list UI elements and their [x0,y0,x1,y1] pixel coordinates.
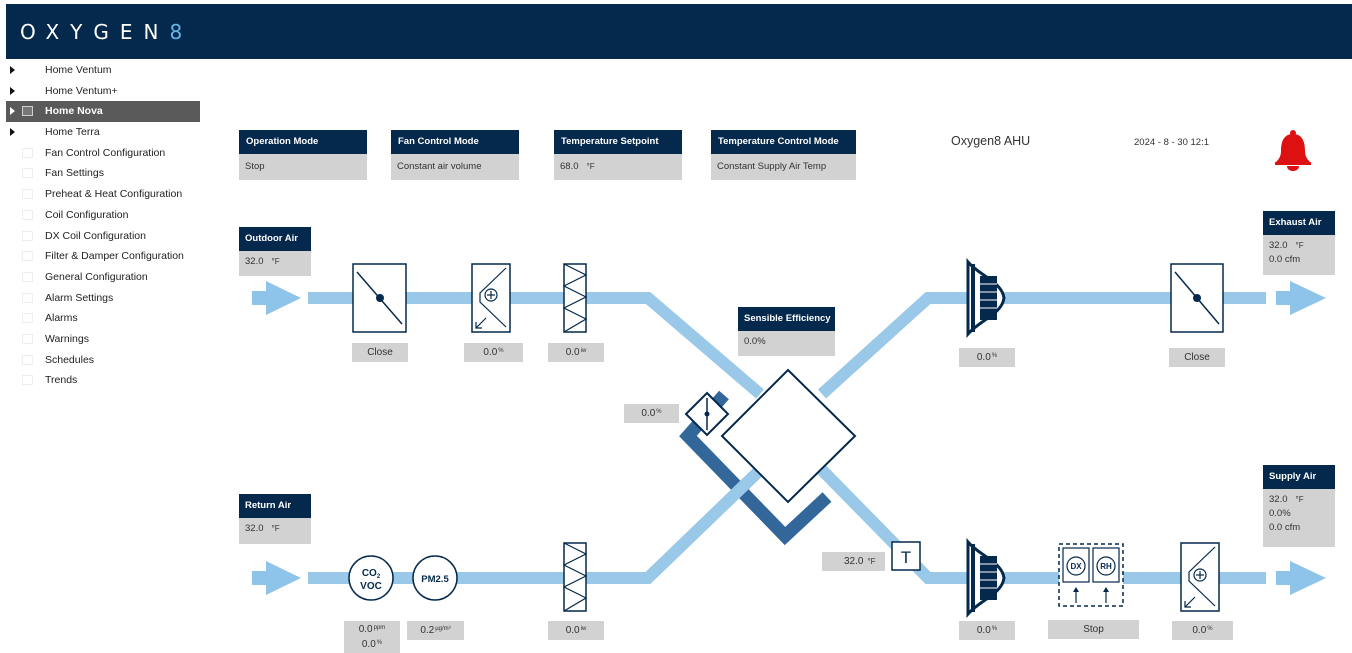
return-filter-icon[interactable] [562,542,588,612]
supply-fan-value: 0.0 [976,625,991,636]
sensible-efficiency-card[interactable]: Sensible Efficiency 0.0% [738,307,835,356]
temperature-setpoint-card[interactable]: Temperature Setpoint 68.0 °F [554,130,682,180]
outdoor-air-title: Outdoor Air [239,227,311,251]
voc-unit: % [376,640,383,646]
supply-temperature-value: 32.0 [844,556,864,567]
supply-air-flow: 0.0 cfm [1269,522,1301,533]
sensible-efficiency-title: Sensible Efficiency [738,307,835,331]
outdoor-filter-value-box[interactable]: 0.0iw [548,343,604,362]
reheat-coil-value-box[interactable]: 0.0% [1172,621,1233,640]
voc-label: VOC [360,581,382,592]
outdoor-damper-icon[interactable] [352,263,407,333]
fan-control-mode-title: Fan Control Mode [391,130,519,154]
reheat-coil-value: 0.0 [1192,625,1207,636]
supply-air-title: Supply Air [1263,465,1335,489]
temperature-control-mode-card[interactable]: Temperature Control Mode Constant Supply… [711,130,856,180]
operation-mode-title: Operation Mode [239,130,367,154]
temperature-setpoint-title: Temperature Setpoint [554,130,682,154]
supply-fan-icon[interactable] [966,537,1006,619]
datetime-display: 2024 - 8 - 30 12:1 [1134,137,1209,148]
preheat-coil-value: 0.0 [483,347,498,358]
preheat-coil-unit: % [498,348,504,354]
return-filter-value-box[interactable]: 0.0iw [548,621,604,640]
dx-label: DX [1070,562,1082,571]
ahu-diagram: DX RH T CO2 VOC PM2.5 [252,257,1326,619]
co2-unit: ppm [373,625,386,631]
supply-air-temp: 32.0 [1269,494,1288,505]
outdoor-damper-status[interactable]: Close [352,343,408,362]
supply-air-card[interactable]: Supply Air 32.0 °F 0.0% 0.0 cfm [1263,465,1335,547]
co2-label: CO [362,568,377,579]
rh-label: RH [1100,562,1112,571]
co2-value: 0.0 [358,624,373,635]
exhaust-fan-icon[interactable] [966,257,1006,339]
co2-voc-value-box[interactable]: 0.0ppm 0.0% [344,621,400,653]
supply-temperature-value-box[interactable]: 32.0 °F [822,552,885,571]
outdoor-air-arrow [252,281,301,315]
return-air-temp-unit: °F [271,524,280,533]
pm25-value-box[interactable]: 0.2µg/m³ [407,621,464,640]
operation-mode-card[interactable]: Operation Mode Stop [239,130,367,180]
return-air-card[interactable]: Return Air 32.0 °F [239,494,311,544]
exhaust-air-flow: 0.0 cfm [1269,254,1301,265]
temperature-setpoint-value: 68.0 [560,161,579,172]
pm25-label: PM2.5 [421,574,449,585]
exhaust-fan-value: 0.0 [976,352,991,363]
outdoor-filter-value: 0.0 [565,347,580,358]
pm25-sensor-icon[interactable]: PM2.5 [412,555,458,601]
temperature-symbol: T [901,548,911,567]
reheat-coil-unit: % [1207,626,1213,632]
dx-rh-status[interactable]: Stop [1048,620,1139,639]
dx-rh-unit-icon[interactable]: DX RH [1058,543,1124,607]
supply-fan-value-box[interactable]: 0.0% [959,621,1015,640]
exhaust-air-card[interactable]: Exhaust Air 32.0 °F 0.0 cfm [1263,211,1335,275]
voc-value: 0.0 [361,639,376,650]
co2-voc-sensor-icon[interactable]: CO2 VOC [348,555,394,601]
bypass-damper-value: 0.0 [641,408,656,419]
pm25-unit: µg/m³ [435,626,451,632]
exhaust-damper-status[interactable]: Close [1169,348,1225,367]
return-filter-unit: iw [580,626,587,632]
exhaust-fan-value-box[interactable]: 0.0% [959,348,1015,367]
supply-air-arrow [1276,561,1326,595]
supply-air-temp-unit: °F [1295,495,1304,504]
return-filter-value: 0.0 [565,625,580,636]
pm25-value: 0.2 [420,625,435,636]
bell-icon[interactable] [1273,129,1313,171]
reheat-coil-icon[interactable] [1180,542,1220,612]
supply-fan-unit: % [991,626,998,632]
outdoor-air-card[interactable]: Outdoor Air 32.0 °F [239,227,311,276]
preheat-coil-icon[interactable] [471,263,511,333]
temperature-control-mode-title: Temperature Control Mode [711,130,856,154]
exhaust-air-arrow [1276,281,1326,315]
outdoor-air-temp: 32.0 [245,256,264,267]
bypass-damper-value-box[interactable]: 0.0% [624,404,679,423]
supply-temperature-sensor-icon[interactable]: T [891,541,921,571]
temperature-setpoint-value-row: 68.0 °F [554,154,682,180]
exhaust-air-temp: 32.0 [1269,240,1288,251]
return-air-arrow [252,561,301,595]
bypass-damper-unit: % [656,409,662,415]
ahu-title: Oxygen8 AHU [951,134,1031,148]
outdoor-air-temp-unit: °F [271,257,280,266]
return-air-temp: 32.0 [245,523,264,534]
exhaust-damper-icon[interactable] [1170,263,1224,333]
exhaust-air-temp-unit: °F [1295,241,1304,250]
exhaust-air-title: Exhaust Air [1263,211,1335,235]
preheat-coil-value-box[interactable]: 0.0% [464,343,523,362]
fan-control-mode-card[interactable]: Fan Control Mode Constant air volume [391,130,519,180]
operation-mode-value: Stop [239,154,367,180]
fan-control-mode-value: Constant air volume [391,154,519,180]
sensible-efficiency-value: 0.0% [744,336,766,347]
supply-air-humidity: 0.0% [1269,508,1291,519]
outdoor-filter-icon[interactable] [562,263,588,333]
outdoor-filter-unit: iw [580,348,587,354]
return-air-title: Return Air [239,494,311,518]
temperature-control-mode-value: Constant Supply Air Temp [711,154,856,180]
exhaust-fan-unit: % [991,353,998,359]
supply-temperature-unit: °F [867,557,876,566]
temperature-setpoint-unit: °F [586,162,595,171]
